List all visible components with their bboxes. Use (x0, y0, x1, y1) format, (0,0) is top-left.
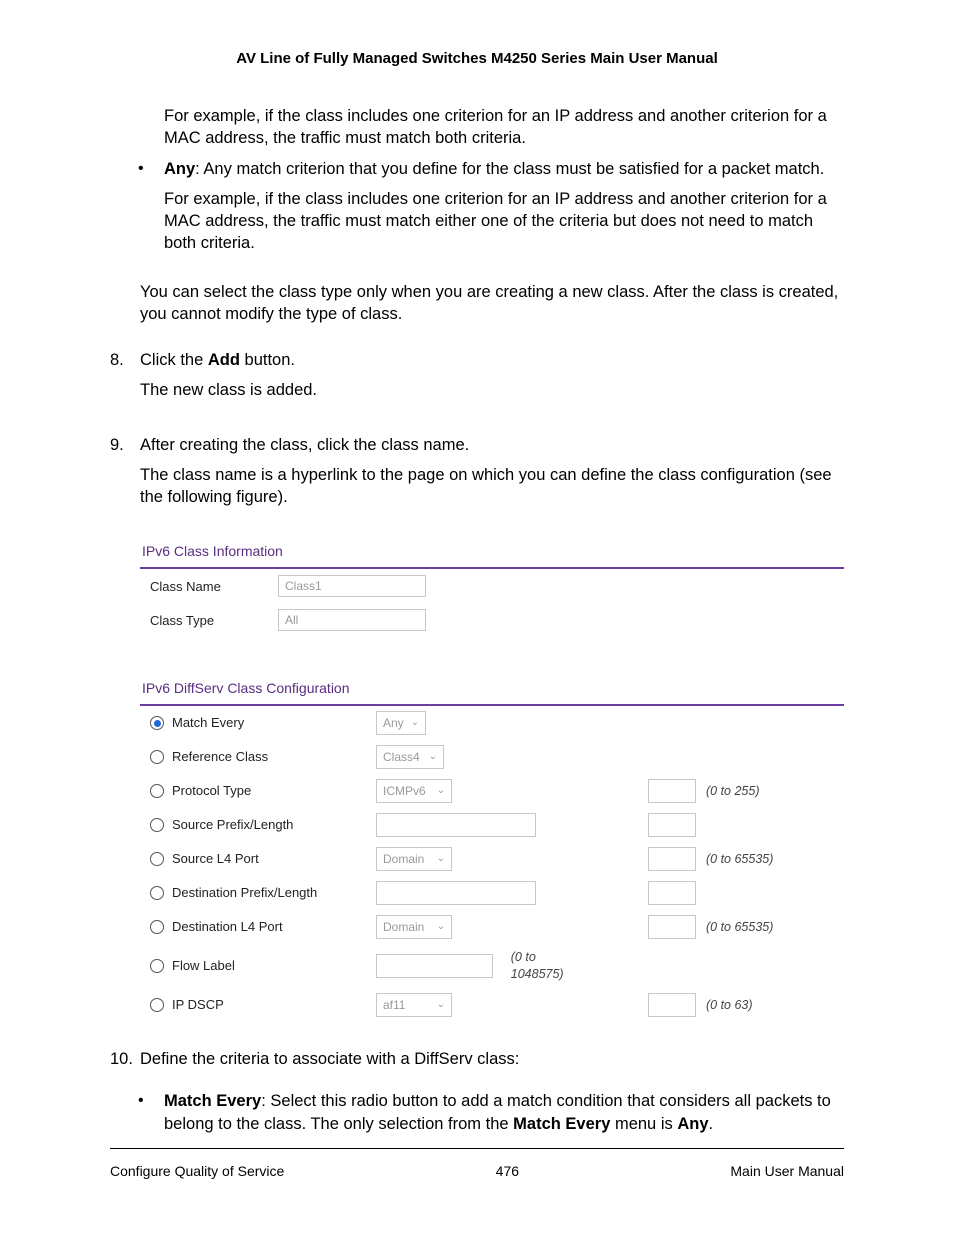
class-type-label: Class Type (150, 612, 278, 630)
any-text: : Any match criterion that you define fo… (195, 160, 824, 178)
flow-label-hint: (0 to 1048575) (511, 949, 568, 983)
chevron-down-icon: ⌄ (437, 852, 445, 866)
source-prefix-len-input[interactable] (648, 813, 696, 837)
radio-protocol-type[interactable] (150, 784, 164, 798)
radio-match-every[interactable] (150, 716, 164, 730)
match-every-label: Match Every (172, 714, 244, 732)
ip-dscp-select[interactable]: af11⌄ (376, 993, 452, 1017)
match-every-bold: Match Every (164, 1092, 261, 1110)
radio-ip-dscp[interactable] (150, 998, 164, 1012)
protocol-type-select[interactable]: ICMPv6⌄ (376, 779, 452, 803)
ip-dscp-input[interactable] (648, 993, 696, 1017)
chevron-down-icon: ⌄ (437, 920, 445, 934)
chevron-down-icon: ⌄ (411, 716, 419, 730)
page-header-title: AV Line of Fully Managed Switches M4250 … (110, 50, 844, 67)
radio-dest-prefix[interactable] (150, 886, 164, 900)
source-l4-hint: (0 to 65535) (706, 851, 773, 868)
protocol-type-input[interactable] (648, 779, 696, 803)
source-prefix-label: Source Prefix/Length (172, 816, 293, 834)
source-l4-input[interactable] (648, 847, 696, 871)
protocol-type-label: Protocol Type (172, 782, 251, 800)
chevron-down-icon: ⌄ (437, 998, 445, 1012)
footer-page-number: 476 (496, 1163, 519, 1179)
panel-title-diffserv-config: IPv6 DiffServ Class Configuration (140, 673, 844, 706)
step-number-8: 8. (110, 349, 140, 410)
dest-prefix-input[interactable] (376, 881, 536, 905)
source-l4-label: Source L4 Port (172, 850, 259, 868)
ip-dscp-label: IP DSCP (172, 996, 224, 1014)
reference-class-select[interactable]: Class4⌄ (376, 745, 444, 769)
radio-flow-label[interactable] (150, 959, 164, 973)
dest-l4-hint: (0 to 65535) (706, 919, 773, 936)
class-type-input[interactable]: All (278, 609, 426, 631)
dest-l4-label: Destination L4 Port (172, 918, 283, 936)
chevron-down-icon: ⌄ (437, 784, 445, 798)
match-every-select[interactable]: Any⌄ (376, 711, 426, 735)
reference-class-label: Reference Class (172, 748, 268, 766)
bullet-any: Any: Any match criterion that you define… (164, 158, 844, 263)
panel-title-class-info: IPv6 Class Information (140, 536, 844, 569)
dest-l4-select[interactable]: Domain⌄ (376, 915, 452, 939)
radio-source-prefix[interactable] (150, 818, 164, 832)
flow-label-label: Flow Label (172, 957, 235, 975)
ipv6-class-panel: IPv6 Class Information Class Name Class1… (140, 536, 844, 1022)
any-label: Any (164, 160, 195, 178)
paragraph-select-class-type: You can select the class type only when … (140, 281, 844, 326)
bullet-match-every: Match Every: Select this radio button to… (164, 1090, 844, 1143)
footer-right: Main User Manual (730, 1163, 844, 1179)
step-number-10: 10. (110, 1048, 140, 1078)
protocol-type-hint: (0 to 255) (706, 783, 760, 800)
dest-l4-input[interactable] (648, 915, 696, 939)
ip-dscp-hint: (0 to 63) (706, 997, 753, 1014)
radio-source-l4[interactable] (150, 852, 164, 866)
source-prefix-input[interactable] (376, 813, 536, 837)
footer-left: Configure Quality of Service (110, 1163, 284, 1179)
dest-prefix-label: Destination Prefix/Length (172, 884, 317, 902)
paragraph-example-both: For example, if the class includes one c… (164, 105, 844, 150)
step-8-text: Click the Add button. (140, 349, 844, 371)
bullet-dot: • (138, 1090, 164, 1143)
step-9-text: After creating the class, click the clas… (140, 434, 844, 456)
bullet-dot: • (138, 158, 164, 263)
chevron-down-icon: ⌄ (429, 750, 437, 764)
step-9-sub: The class name is a hyperlink to the pag… (140, 464, 844, 509)
class-name-label: Class Name (150, 578, 278, 596)
step-8-sub: The new class is added. (140, 379, 844, 401)
step-number-9: 9. (110, 434, 140, 517)
class-name-input[interactable]: Class1 (278, 575, 426, 597)
flow-label-input[interactable] (376, 954, 493, 978)
any-example: For example, if the class includes one c… (164, 188, 844, 255)
source-l4-select[interactable]: Domain⌄ (376, 847, 452, 871)
radio-dest-l4[interactable] (150, 920, 164, 934)
dest-prefix-len-input[interactable] (648, 881, 696, 905)
radio-reference-class[interactable] (150, 750, 164, 764)
step-10-text: Define the criteria to associate with a … (140, 1048, 844, 1070)
